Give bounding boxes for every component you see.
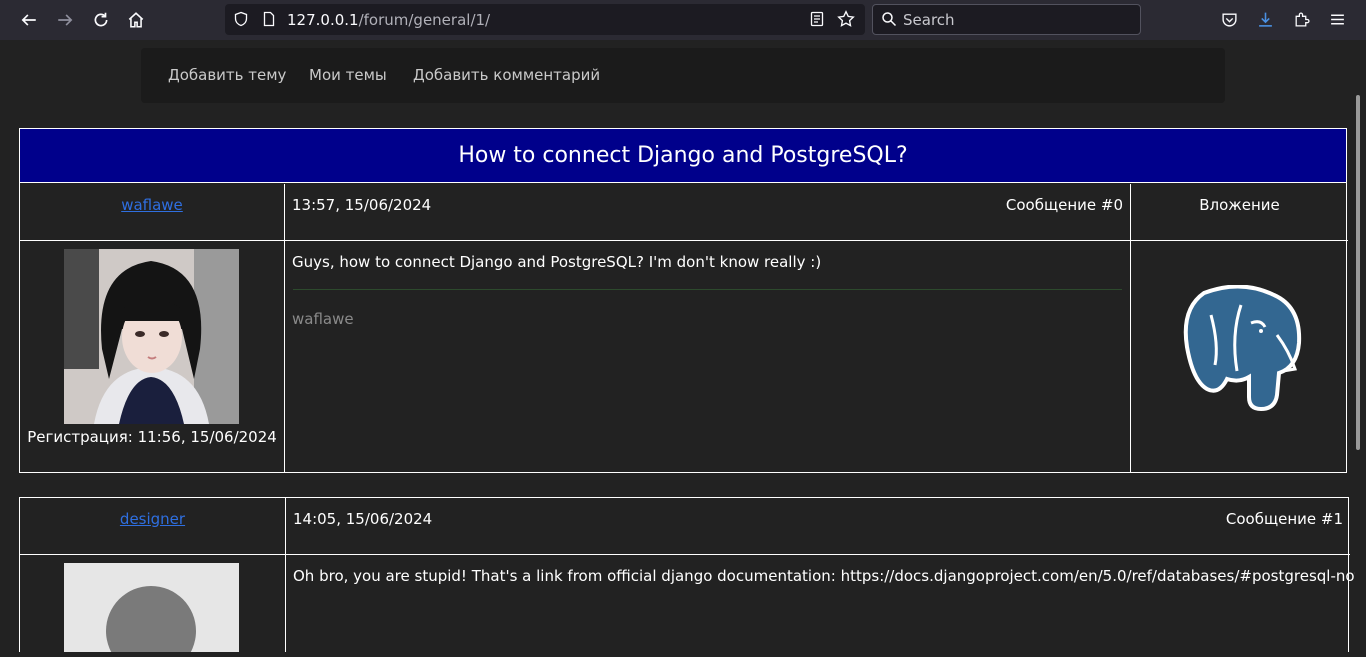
bookmark-star-icon[interactable] xyxy=(837,10,855,32)
nav-add-topic[interactable]: Добавить тему xyxy=(168,66,286,84)
nav-add-comment[interactable]: Добавить комментарий xyxy=(413,66,600,84)
page-content: Добавить тему Мои темы Добавить коммента… xyxy=(5,40,1355,652)
extensions-icon[interactable] xyxy=(1291,9,1311,29)
forum-navbar: Добавить тему Мои темы Добавить коммента… xyxy=(141,48,1225,103)
attachment-header-cell: Вложение xyxy=(1131,184,1348,241)
scrollbar[interactable] xyxy=(1356,95,1360,450)
post-body-cell: Oh bro, you are stupid! That's a link fr… xyxy=(286,555,1355,652)
post-body-cell: Guys, how to connect Django and PostgreS… xyxy=(285,241,1131,472)
search-input[interactable]: Search xyxy=(903,11,955,29)
post-1: designer 14:05, 15/06/2024 Сообщение #1 … xyxy=(19,497,1355,652)
post-0: How to connect Django and PostgreSQL? wa… xyxy=(19,128,1348,473)
menu-icon[interactable] xyxy=(1327,9,1347,29)
signature-divider xyxy=(293,289,1122,290)
registration-date: Регистрация: 11:56, 15/06/2024 xyxy=(27,428,277,446)
post-datetime: 14:05, 15/06/2024 xyxy=(293,510,433,528)
reload-icon[interactable] xyxy=(87,6,115,34)
author-link[interactable]: waflawe xyxy=(20,196,284,214)
topic-title: How to connect Django and PostgreSQL? xyxy=(20,129,1346,183)
search-icon xyxy=(881,11,897,31)
post-number[interactable]: Сообщение #1 xyxy=(1226,510,1343,528)
shield-icon[interactable] xyxy=(233,11,249,31)
postgresql-elephant-image[interactable] xyxy=(1179,284,1304,415)
nav-my-topics[interactable]: Мои темы xyxy=(309,66,387,84)
attachment-cell xyxy=(1131,241,1348,472)
post-text: Guys, how to connect Django and PostgreS… xyxy=(292,253,822,271)
attachment-label: Вложение xyxy=(1199,196,1280,214)
author-info-cell: Регистрация: 11:56, 15/06/2024 xyxy=(20,241,285,472)
post-header-cell: 14:05, 15/06/2024 Сообщение #1 xyxy=(286,498,1350,555)
post-text: Oh bro, you are stupid! That's a link fr… xyxy=(293,567,1355,585)
downloads-icon[interactable] xyxy=(1255,9,1275,29)
back-icon[interactable] xyxy=(15,6,43,34)
avatar xyxy=(64,249,239,424)
page-icon xyxy=(261,11,277,31)
search-bar[interactable]: Search xyxy=(872,4,1141,35)
home-icon[interactable] xyxy=(122,6,150,34)
url-text[interactable]: 127.0.0.1/forum/general/1/ xyxy=(287,11,490,29)
post-datetime: 13:57, 15/06/2024 xyxy=(292,196,432,214)
post-header-cell: 13:57, 15/06/2024 Сообщение #0 xyxy=(285,184,1131,241)
author-cell: designer xyxy=(20,498,286,555)
author-link[interactable]: designer xyxy=(20,510,285,528)
post-number[interactable]: Сообщение #0 xyxy=(1006,196,1123,214)
author-info-cell xyxy=(20,555,286,652)
author-cell: waflawe xyxy=(20,184,285,241)
post-signature: waflawe xyxy=(292,310,354,328)
avatar-placeholder xyxy=(64,563,239,652)
forward-icon[interactable] xyxy=(51,6,79,34)
browser-toolbar: 127.0.0.1/forum/general/1/ Search xyxy=(0,0,1366,40)
pocket-icon[interactable] xyxy=(1219,9,1239,29)
url-bar[interactable]: 127.0.0.1/forum/general/1/ xyxy=(225,4,865,35)
reader-view-icon[interactable] xyxy=(809,11,825,31)
